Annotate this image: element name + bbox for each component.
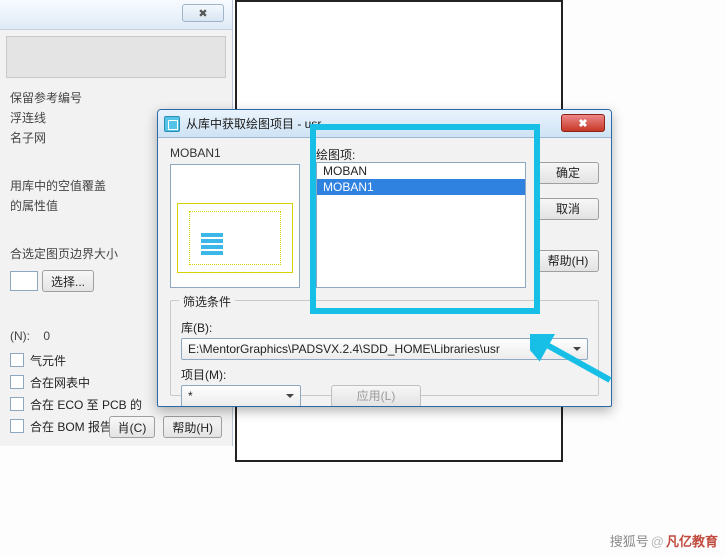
dialog-title: 从库中获取绘图项目 - usr bbox=[186, 115, 321, 132]
dialog-titlebar[interactable]: 从库中获取绘图项目 - usr ✖ bbox=[158, 110, 611, 138]
item-label: 项目(M): bbox=[181, 366, 301, 383]
wm-right: 凡亿教育 bbox=[666, 534, 718, 549]
drafting-items-listbox[interactable]: MOBAN MOBAN1 bbox=[316, 162, 526, 288]
filter-legend: 筛选条件 bbox=[179, 293, 235, 310]
item-combo[interactable]: * bbox=[181, 385, 301, 407]
help-button[interactable]: 帮助(H) bbox=[537, 250, 599, 272]
filter-group: 筛选条件 库(B): E:\MentorGraphics\PADSVX.2.4\… bbox=[170, 300, 599, 396]
ok-button[interactable]: 确定 bbox=[537, 162, 599, 184]
apply-button[interactable]: 应用(L) bbox=[331, 385, 421, 407]
wm-sep: @ bbox=[651, 534, 664, 549]
bg-sheet-input[interactable] bbox=[10, 271, 38, 291]
library-combo-value: E:\MentorGraphics\PADSVX.2.4\SDD_HOME\Li… bbox=[188, 342, 500, 356]
preview-box bbox=[170, 164, 300, 288]
bg-n-value[interactable]: 0 bbox=[43, 329, 50, 343]
dialog-close-button[interactable]: ✖ bbox=[561, 114, 605, 132]
cancel-button[interactable]: 取消 bbox=[537, 198, 599, 220]
library-label: 库(B): bbox=[181, 319, 588, 336]
bg-close-button[interactable]: ✖ bbox=[182, 4, 224, 22]
preview-name-label: MOBAN1 bbox=[170, 146, 221, 160]
item-combo-value: * bbox=[188, 389, 193, 403]
bg-opt-keep-refdes[interactable]: 保留参考编号 bbox=[10, 88, 222, 108]
watermark: 搜狐号@凡亿教育 bbox=[610, 531, 718, 550]
bg-select-button[interactable]: 选择... bbox=[42, 270, 94, 292]
bg-titlebar: ✖ bbox=[0, 0, 232, 30]
list-item-selected[interactable]: MOBAN1 bbox=[317, 179, 525, 195]
wm-left: 搜狐号 bbox=[610, 534, 649, 549]
library-combo[interactable]: E:\MentorGraphics\PADSVX.2.4\SDD_HOME\Li… bbox=[181, 338, 588, 360]
bg-cancel-button[interactable]: 肖(C) bbox=[109, 416, 156, 438]
bg-preview-well bbox=[6, 36, 226, 78]
list-item[interactable]: MOBAN bbox=[317, 163, 525, 179]
bg-n-label: (N): bbox=[10, 329, 30, 343]
bg-help-button[interactable]: 帮助(H) bbox=[163, 416, 222, 438]
get-drafting-item-dialog: 从库中获取绘图项目 - usr ✖ MOBAN1 绘图项: MOBAN MOBA… bbox=[157, 109, 612, 407]
dialog-icon bbox=[164, 116, 180, 132]
list-label: 绘图项: bbox=[316, 146, 355, 163]
